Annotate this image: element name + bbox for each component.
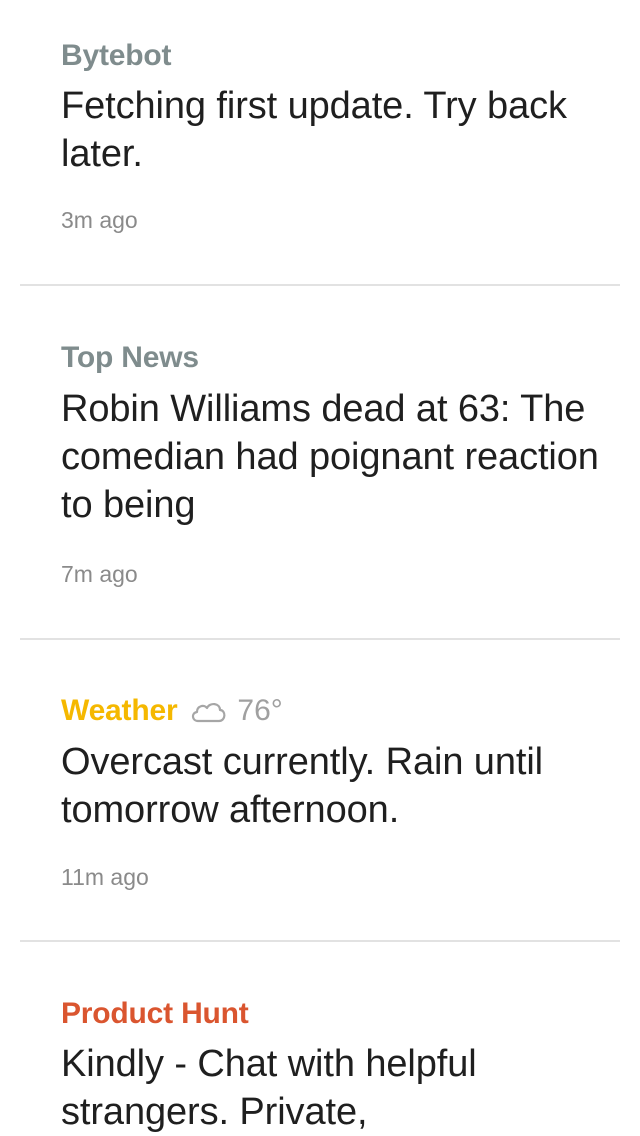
card-source-label: Weather bbox=[61, 694, 178, 727]
feed-list: Bytebot Fetching first update. Try back … bbox=[0, 0, 640, 1136]
divider bbox=[20, 940, 620, 942]
card-timestamp: 7m ago bbox=[61, 561, 138, 587]
card-body-text: Kindly - Chat with helpful strangers. Pr… bbox=[61, 1043, 477, 1133]
card-source-label: Top News bbox=[61, 341, 199, 374]
card-body-text: Fetching first update. Try back later. bbox=[61, 85, 567, 175]
card-timestamp: 3m ago bbox=[61, 207, 138, 233]
card-source-label: Bytebot bbox=[61, 39, 172, 72]
divider bbox=[20, 284, 620, 286]
card-weather[interactable]: Weather 76° Overcast currently. Rain unt… bbox=[0, 691, 640, 911]
weather-temperature: 76° bbox=[237, 694, 283, 727]
divider bbox=[20, 638, 620, 640]
card-header: Weather 76° bbox=[61, 691, 283, 731]
card-product-hunt[interactable]: Product Hunt Kindly - Chat with helpful … bbox=[0, 994, 640, 1136]
card-header: Bytebot bbox=[61, 36, 171, 76]
card-bytebot[interactable]: Bytebot Fetching first update. Try back … bbox=[0, 36, 640, 246]
card-top-news[interactable]: Top News Robin Williams dead at 63: The … bbox=[0, 338, 640, 608]
card-header: Product Hunt bbox=[61, 994, 249, 1034]
card-source-label: Product Hunt bbox=[61, 997, 249, 1030]
card-header: Top News bbox=[61, 338, 199, 378]
cloud-icon bbox=[189, 698, 227, 724]
card-timestamp: 11m ago bbox=[61, 864, 149, 890]
card-body-text: Overcast currently. Rain until tomorrow … bbox=[61, 741, 544, 831]
card-body-text: Robin Williams dead at 63: The comedian … bbox=[61, 388, 599, 526]
